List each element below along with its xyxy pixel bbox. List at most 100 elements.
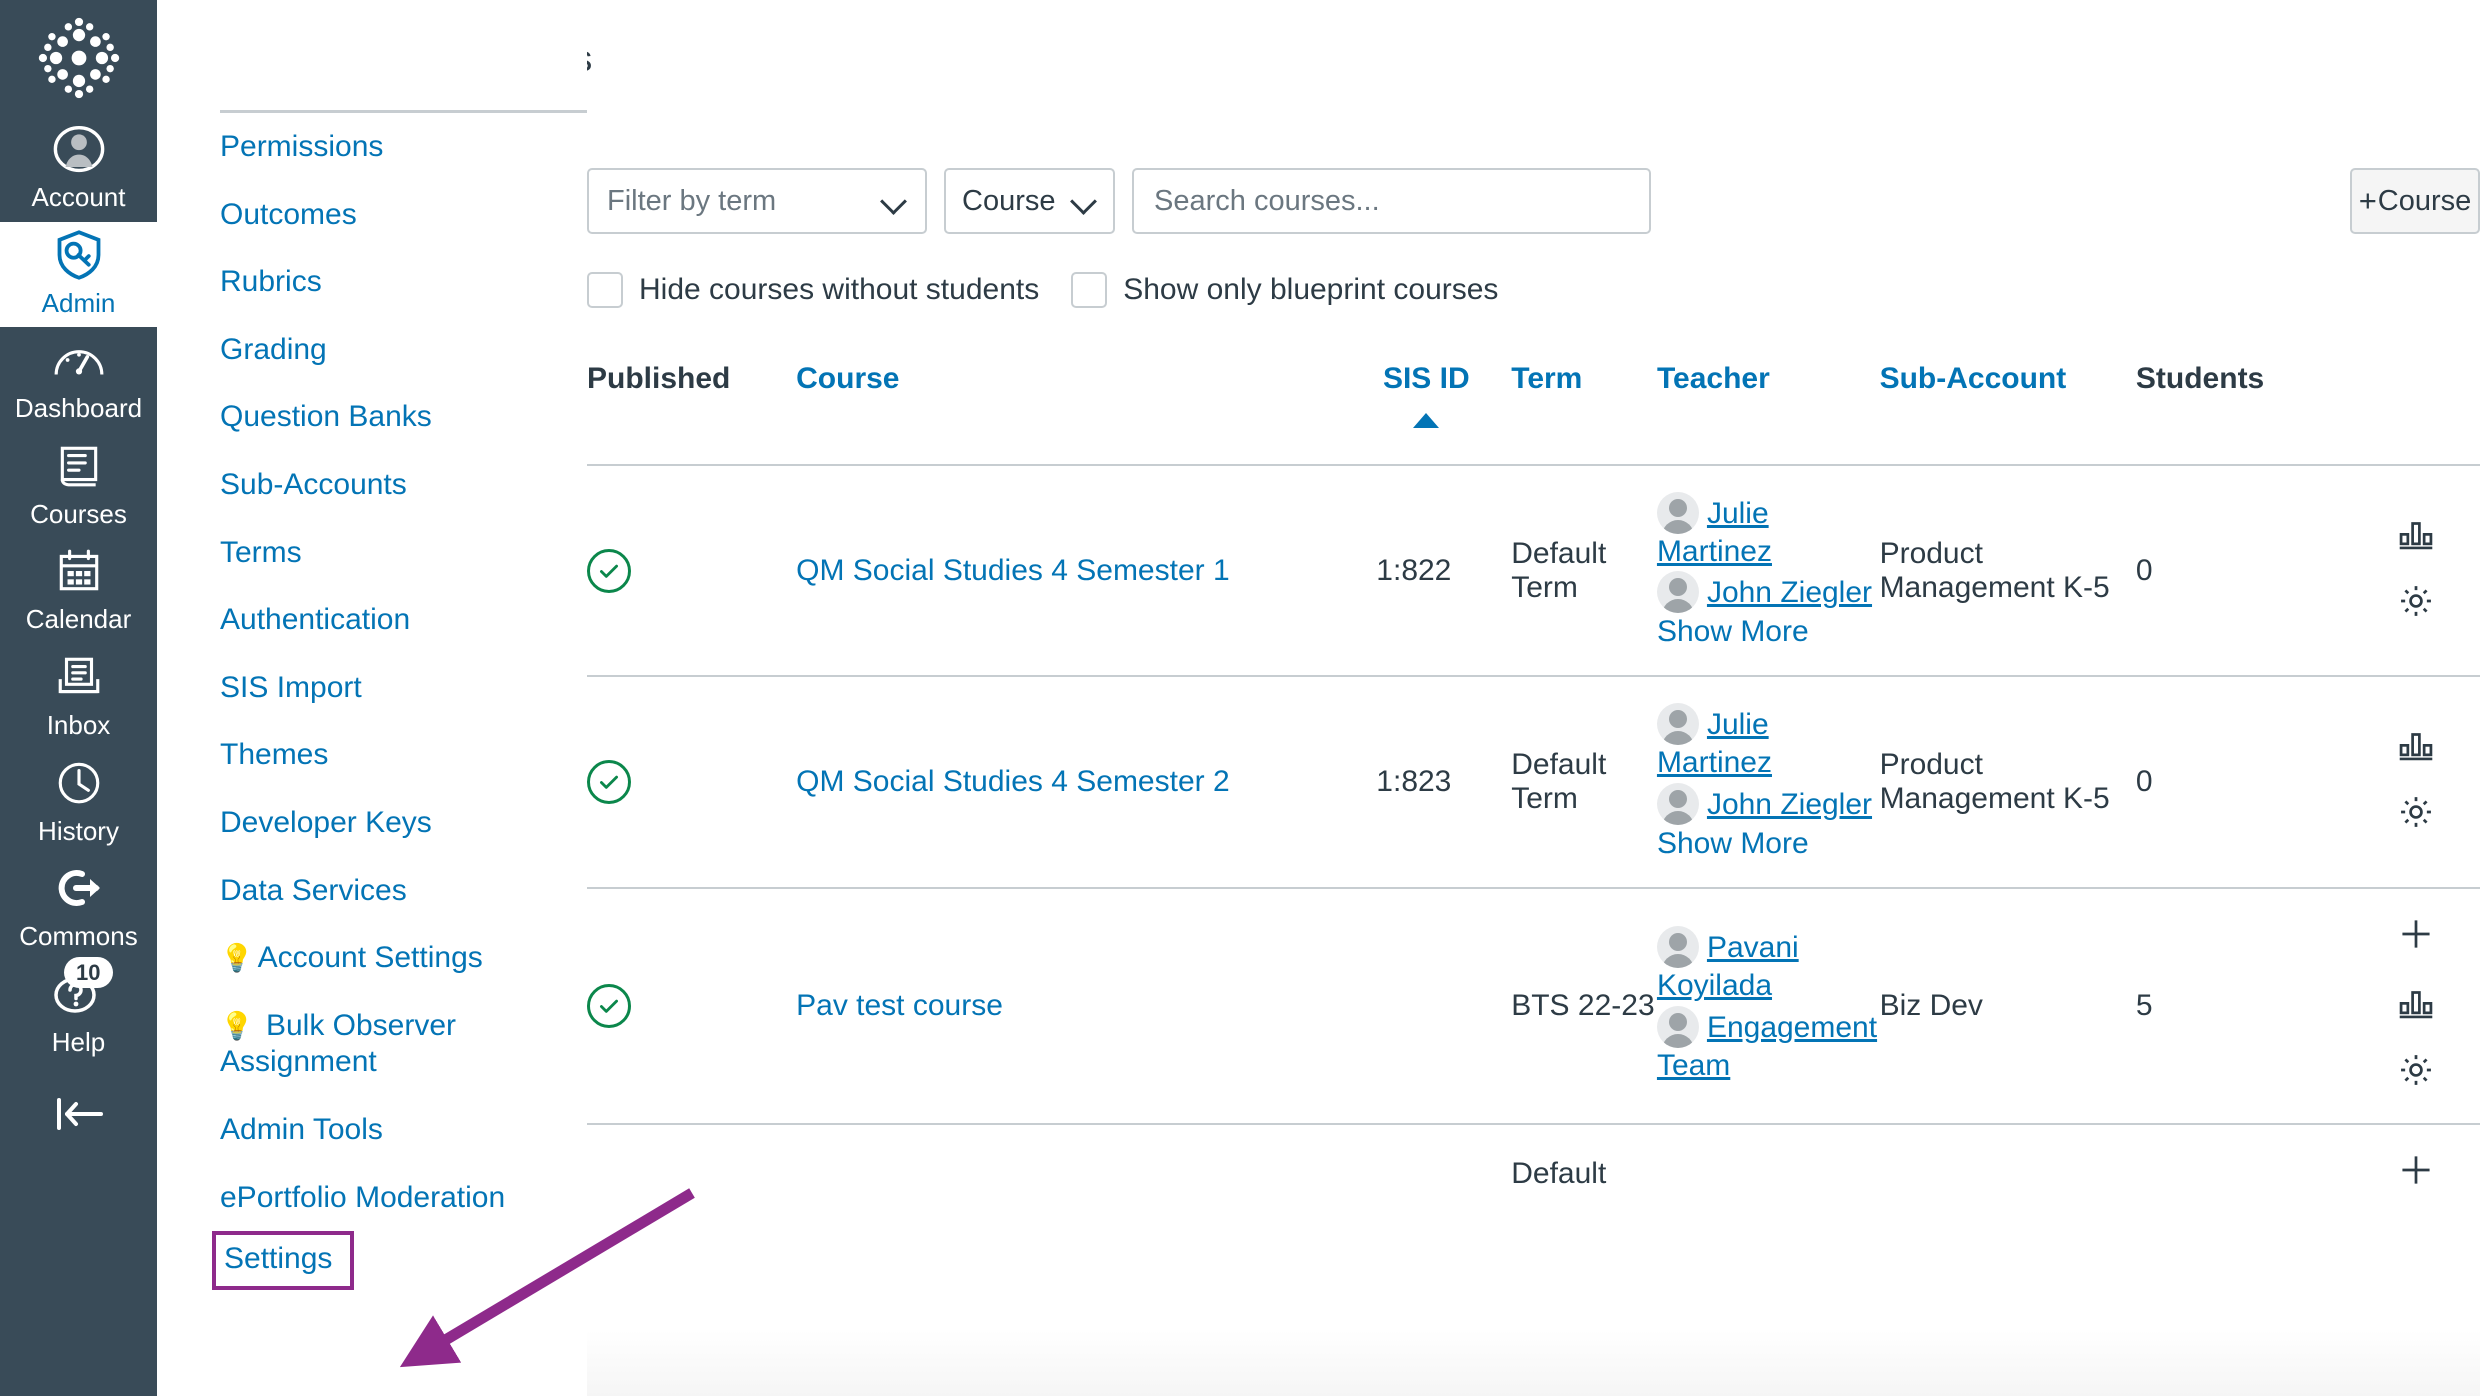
- published-check-icon[interactable]: [587, 760, 631, 805]
- global-nav-item-courses[interactable]: Courses: [0, 433, 157, 539]
- cell-students: 0: [2135, 463, 2352, 677]
- admin-nav-item-terms[interactable]: Terms: [220, 519, 550, 587]
- global-nav-item-history[interactable]: History: [0, 750, 157, 856]
- admin-nav-item-outcomes[interactable]: Outcomes: [220, 181, 550, 249]
- cell-term: Default Term: [1511, 675, 1657, 888]
- global-nav-label: Admin: [41, 287, 116, 318]
- show-more-link[interactable]: Show More: [1657, 827, 1880, 861]
- course-link[interactable]: QM Social Studies 4 Semester 2: [796, 765, 1230, 798]
- teacher-entry: Engagement Team: [1656, 1005, 1880, 1083]
- admin-nav-row: 💡 Account Settings: [220, 924, 587, 992]
- cell-teacher: Julie Martinez John Ziegler Show More: [1656, 675, 1880, 888]
- admin-nav-item-bulk-observer-assignment[interactable]: 💡 Bulk Observer Assignment: [220, 992, 550, 1096]
- admin-nav-row: Question Banks: [220, 383, 587, 451]
- global-nav-label: Calendar: [25, 604, 132, 635]
- statistics-icon[interactable]: [2397, 514, 2435, 560]
- admin-nav-row: Data Services: [220, 857, 587, 925]
- admin-nav-item-permissions[interactable]: Permissions: [220, 113, 550, 181]
- avatar: [1656, 1005, 1699, 1048]
- admin-nav-item-authentication[interactable]: Authentication: [220, 586, 550, 654]
- cell-course-name: QM Social Studies 4 Semester 1: [796, 463, 1377, 677]
- admin-nav-item-settings[interactable]: Settings: [212, 1231, 355, 1290]
- global-nav-item-commons[interactable]: Commons: [0, 855, 157, 961]
- admin-nav-item-admin-tools[interactable]: Admin Tools: [220, 1096, 550, 1164]
- column-header-teacher[interactable]: Teacher: [1657, 362, 1880, 465]
- search-courses-input[interactable]: Search courses...: [1132, 168, 1651, 234]
- show-only-blueprint-courses-checkbox[interactable]: Show only blueprint courses: [1071, 272, 1498, 308]
- gear-icon[interactable]: [2397, 582, 2435, 628]
- add-course-button[interactable]: + Course: [2350, 168, 2480, 234]
- help-badge: 10: [64, 956, 113, 989]
- show-more-link[interactable]: Show More: [1657, 615, 1880, 649]
- search-by-value: Course: [962, 184, 1056, 217]
- column-header-course[interactable]: Course: [796, 362, 1376, 465]
- admin-nav-item-account-settings[interactable]: 💡 Account Settings: [220, 924, 550, 992]
- published-check-icon[interactable]: [587, 548, 631, 593]
- cell-students: [2135, 1122, 2352, 1223]
- global-nav-item-calendar[interactable]: Calendar: [0, 538, 157, 644]
- checkbox-box[interactable]: [587, 272, 623, 308]
- column-header-sis-id[interactable]: SIS ID: [1376, 362, 1511, 465]
- admin-nav-item-eportfolio-moderation[interactable]: ePortfolio Moderation: [220, 1164, 550, 1232]
- search-by-select[interactable]: Course: [944, 168, 1115, 234]
- avatar: [1656, 926, 1699, 969]
- admin-nav-item-data-services[interactable]: Data Services: [220, 857, 550, 925]
- cell-course-name: QM Social Studies 4 Semester 2: [796, 675, 1377, 888]
- arrow-out-icon: [52, 861, 106, 915]
- term-filter-placeholder: Filter by term: [607, 184, 777, 217]
- admin-nav-row: Permissions: [220, 113, 587, 181]
- cell-published: [587, 463, 797, 677]
- admin-nav-list: Permissions Outcomes Rubrics Grading Que…: [157, 113, 587, 1290]
- gear-icon[interactable]: [2397, 1051, 2435, 1097]
- collapse-left-icon[interactable]: [0, 1066, 157, 1162]
- column-header-sub-account[interactable]: Sub-Account: [1880, 362, 2136, 465]
- clock-icon: [54, 756, 104, 810]
- calendar-icon: [54, 544, 104, 598]
- column-header-term[interactable]: Term: [1511, 362, 1657, 465]
- admin-nav-row: Authentication: [220, 586, 587, 654]
- teacher-entry: John Ziegler: [1656, 782, 1880, 825]
- global-nav-label: Dashboard: [14, 393, 143, 424]
- admin-nav-item-grading[interactable]: Grading: [220, 316, 550, 384]
- avatar: [1656, 782, 1699, 825]
- teacher-link[interactable]: John Ziegler: [1707, 788, 1872, 821]
- global-nav-label: Help: [51, 1026, 106, 1057]
- checkbox-box[interactable]: [1071, 272, 1108, 308]
- cell-actions: [2351, 886, 2480, 1124]
- global-nav-item-account[interactable]: Account: [0, 116, 157, 222]
- gear-icon[interactable]: [2397, 793, 2435, 839]
- cell-course-name: Pav test course: [796, 886, 1377, 1124]
- published-check-icon[interactable]: [587, 983, 631, 1028]
- admin-nav-item-sub-accounts[interactable]: Sub-Accounts: [220, 451, 550, 519]
- plus-icon[interactable]: [2397, 915, 2435, 961]
- statistics-icon[interactable]: [2397, 983, 2435, 1029]
- hide-courses-without-students-checkbox[interactable]: Hide courses without students: [587, 272, 1039, 308]
- course-link[interactable]: Pav test course: [796, 989, 1003, 1022]
- statistics-icon[interactable]: [2397, 725, 2435, 771]
- user-circle-icon: [52, 122, 106, 176]
- admin-nav-row: Terms: [220, 519, 587, 587]
- global-nav-item-help[interactable]: 10 Help: [0, 956, 157, 1067]
- table-row: QM Social Studies 4 Semester 2 1:823 Def…: [587, 675, 2480, 888]
- admin-nav-item-themes[interactable]: Themes: [220, 721, 550, 789]
- canvas-logo[interactable]: [0, 0, 157, 116]
- course-link[interactable]: QM Social Studies 4 Semester 1: [796, 554, 1230, 587]
- admin-nav-item-developer-keys[interactable]: Developer Keys: [220, 789, 550, 857]
- global-nav-item-admin[interactable]: Admin: [0, 221, 157, 328]
- global-nav-item-dashboard[interactable]: Dashboard: [0, 327, 157, 433]
- cell-actions: [2351, 1122, 2480, 1223]
- teacher-link[interactable]: John Ziegler: [1707, 576, 1872, 609]
- admin-nav-item-rubrics[interactable]: Rubrics: [220, 248, 550, 316]
- term-filter-select[interactable]: Filter by term: [587, 168, 927, 234]
- cell-sub-account: Product Management K-5: [1879, 463, 2136, 677]
- admin-nav-item-sis-import[interactable]: SIS Import: [220, 654, 550, 722]
- admin-nav-item-question-banks[interactable]: Question Banks: [220, 383, 550, 451]
- admin-nav-row: 💡 Bulk Observer Assignment: [220, 992, 587, 1096]
- cell-term: Default Term: [1511, 463, 1657, 677]
- table-header-row: Published Course SIS ID Term Teacher Sub…: [587, 362, 2480, 465]
- global-nav-item-inbox[interactable]: Inbox: [0, 644, 157, 750]
- tray-icon: [54, 650, 104, 704]
- cell-sub-account: Product Management K-5: [1879, 675, 2136, 888]
- plus-icon[interactable]: [2397, 1151, 2435, 1197]
- cell-teacher: [1656, 1122, 1880, 1223]
